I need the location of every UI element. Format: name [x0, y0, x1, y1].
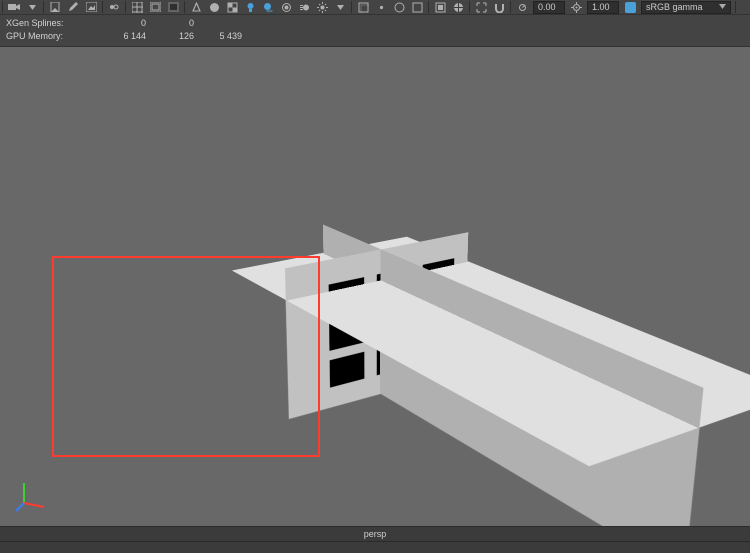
stats-value — [194, 17, 242, 30]
expand-icon[interactable] — [474, 0, 488, 14]
separator — [102, 1, 103, 13]
camera-dropdown-icon[interactable] — [25, 0, 39, 14]
gate-mask-icon[interactable] — [166, 0, 180, 14]
isolate-circle-icon[interactable] — [392, 0, 406, 14]
smooth-shade-icon[interactable] — [207, 0, 221, 14]
light-bulb-icon[interactable] — [315, 0, 329, 14]
separator — [351, 1, 352, 13]
color-mgmt-dropdown[interactable]: sRGB gamma — [641, 1, 731, 14]
stats-value: 0 — [146, 17, 194, 30]
wireframe-icon[interactable] — [189, 0, 203, 14]
viewport[interactable]: persp — [0, 47, 750, 541]
textured-icon[interactable] — [225, 0, 239, 14]
exposure-icon[interactable] — [515, 0, 529, 14]
image-plane-icon[interactable] — [84, 0, 98, 14]
stats-row-gpu: GPU Memory: 6 144 126 5 439 — [6, 30, 744, 43]
panel-toolbar: 0.00 1.00 sRGB gamma — [0, 0, 750, 15]
axis-gizmo[interactable] — [14, 477, 50, 513]
color-mgmt-label: sRGB gamma — [646, 2, 703, 12]
chevron-down-icon — [719, 2, 726, 12]
camera-name: persp — [364, 529, 387, 539]
stats-label: GPU Memory: — [6, 30, 98, 43]
stats-value: 126 — [146, 30, 194, 43]
grid-icon[interactable] — [130, 0, 144, 14]
stats-value: 5 439 — [194, 30, 242, 43]
film-gate-icon[interactable] — [148, 0, 162, 14]
effects-dropdown-icon[interactable] — [333, 0, 347, 14]
color-mgmt-swatch-icon[interactable] — [623, 0, 637, 14]
camera-icon[interactable] — [7, 0, 21, 14]
hud-stats: XGen Splines: 0 0 GPU Memory: 6 144 126 … — [0, 15, 750, 47]
separator — [43, 1, 44, 13]
ao-icon[interactable] — [279, 0, 293, 14]
separator — [428, 1, 429, 13]
camera-label-bar: persp — [0, 526, 750, 541]
separator — [510, 1, 511, 13]
stats-label: XGen Splines: — [6, 17, 98, 30]
isolate-box-icon[interactable] — [410, 0, 424, 14]
gamma-input[interactable]: 1.00 — [587, 1, 619, 14]
bookmark-icon[interactable] — [48, 0, 62, 14]
exposure-input[interactable]: 0.00 — [533, 1, 565, 14]
snap-icon[interactable] — [492, 0, 506, 14]
hole — [330, 351, 365, 387]
wire-on-shaded-icon[interactable] — [451, 0, 465, 14]
edit-pencil-icon[interactable] — [66, 0, 80, 14]
use-lights-icon[interactable] — [243, 0, 257, 14]
point-icon[interactable] — [374, 0, 388, 14]
sel-highlight-icon[interactable] — [433, 0, 447, 14]
separator — [469, 1, 470, 13]
stats-value: 0 — [98, 17, 146, 30]
stats-row-xgen: XGen Splines: 0 0 — [6, 17, 744, 30]
stats-value: 6 144 — [98, 30, 146, 43]
separator — [2, 1, 3, 13]
separator — [125, 1, 126, 13]
xray-icon[interactable] — [356, 0, 370, 14]
separator — [735, 1, 736, 13]
gamma-icon[interactable] — [569, 0, 583, 14]
motion-blur-icon[interactable] — [297, 0, 311, 14]
timeline-strip[interactable] — [0, 541, 750, 553]
two-side-light-icon[interactable] — [107, 0, 121, 14]
shadows-icon[interactable] — [261, 0, 275, 14]
separator — [184, 1, 185, 13]
